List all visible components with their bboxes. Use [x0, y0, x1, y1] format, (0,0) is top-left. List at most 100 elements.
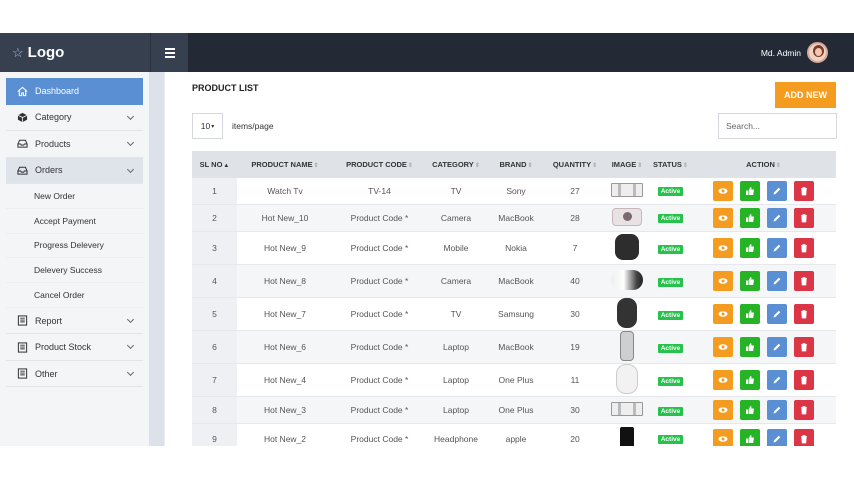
approve-button[interactable] — [740, 207, 760, 228]
edit-button[interactable] — [767, 400, 787, 420]
product-thumbnail[interactable] — [615, 234, 639, 260]
approve-button[interactable] — [740, 304, 760, 324]
edit-button[interactable] — [767, 271, 787, 291]
view-button[interactable] — [713, 304, 733, 324]
view-button[interactable] — [713, 207, 733, 228]
pencil-icon — [772, 186, 782, 196]
sidebar-item-other[interactable]: Other — [6, 361, 143, 388]
search-input[interactable] — [718, 113, 837, 139]
brand[interactable]: ☆ Logo — [0, 33, 150, 72]
approve-button[interactable] — [740, 271, 760, 291]
delete-button[interactable] — [794, 207, 814, 228]
image-cell — [604, 426, 650, 446]
delete-button[interactable] — [794, 180, 814, 201]
view-button[interactable] — [713, 180, 733, 201]
column-header-category[interactable]: CATEGORY⇕ — [426, 160, 486, 169]
edit-button[interactable] — [767, 370, 787, 390]
view-button[interactable] — [713, 271, 733, 291]
delete-button[interactable] — [794, 400, 814, 420]
add-new-button[interactable]: ADD NEW — [775, 82, 836, 108]
delete-button[interactable] — [794, 370, 814, 390]
sort-icon[interactable]: ⇕ — [408, 163, 413, 169]
sort-icon[interactable]: ⇕ — [592, 163, 597, 169]
chevron-down-icon[interactable] — [126, 368, 135, 377]
sidebar-item-label: Dashboard — [35, 86, 80, 97]
column-header-product-code[interactable]: PRODUCT CODE⇕ — [333, 160, 426, 169]
sidebar-item-orders[interactable]: Orders — [6, 157, 143, 184]
hamburger-menu-icon[interactable] — [150, 33, 188, 72]
sidebar-subitem-cancel-order[interactable]: Cancel Order — [6, 283, 143, 308]
avatar[interactable] — [807, 42, 828, 63]
chevron-down-icon[interactable] — [126, 112, 135, 120]
edit-button[interactable] — [767, 180, 787, 201]
approve-button[interactable] — [740, 370, 760, 390]
chevron-down-icon[interactable] — [126, 165, 135, 173]
edit-button[interactable] — [767, 304, 787, 324]
delete-button[interactable] — [794, 238, 814, 258]
sidebar-subitem-delevery-success[interactable]: Delevery Success — [6, 258, 143, 284]
product-thumbnail[interactable] — [611, 182, 643, 197]
product-thumbnail[interactable] — [620, 426, 634, 446]
sidebar-item-category[interactable]: Category — [6, 105, 143, 131]
product-thumbnail[interactable] — [611, 402, 643, 416]
user-menu[interactable]: Md. Admin — [761, 42, 828, 63]
view-button[interactable] — [713, 238, 733, 258]
sidebar-subitem-new-order[interactable]: New Order — [6, 184, 143, 209]
column-header-brand[interactable]: BRAND⇕ — [486, 160, 546, 169]
view-button[interactable] — [713, 337, 733, 357]
edit-button[interactable] — [767, 428, 787, 446]
chevron-down-icon[interactable] — [126, 315, 135, 324]
trash-icon — [799, 405, 809, 415]
sidebar-item-report[interactable]: Report — [6, 308, 143, 335]
column-header-product-name[interactable]: PRODUCT NAME⇕ — [237, 160, 333, 169]
product-thumbnail[interactable] — [620, 331, 634, 361]
image-cell — [604, 270, 650, 292]
product-thumbnail[interactable] — [617, 298, 637, 328]
sort-asc-icon[interactable]: ▲ — [223, 163, 229, 169]
edit-button[interactable] — [767, 337, 787, 357]
column-header-action[interactable]: ACTION⇕ — [691, 160, 836, 169]
delete-button[interactable] — [794, 337, 814, 357]
sl-no-cell: 1 — [192, 178, 237, 204]
sidebar-item-dashboard[interactable]: Dashboard — [6, 78, 143, 105]
product-thumbnail[interactable] — [612, 207, 642, 226]
delete-button[interactable] — [794, 428, 814, 446]
edit-button[interactable] — [767, 207, 787, 228]
approve-button[interactable] — [740, 238, 760, 258]
status-cell: Active — [650, 342, 691, 353]
quantity-cell: 30 — [570, 405, 580, 415]
view-button[interactable] — [713, 428, 733, 446]
column-header-status[interactable]: STATUS⇕ — [650, 160, 691, 169]
approve-button[interactable] — [740, 428, 760, 446]
sort-icon[interactable]: ⇕ — [776, 163, 781, 169]
view-button[interactable] — [713, 370, 733, 390]
chevron-down-icon[interactable] — [126, 342, 135, 350]
approve-button[interactable] — [740, 337, 760, 357]
sort-icon[interactable]: ⇕ — [475, 163, 480, 169]
sort-icon[interactable]: ⇕ — [683, 163, 688, 169]
approve-button[interactable] — [740, 400, 760, 420]
sort-icon[interactable]: ⇕ — [637, 163, 642, 169]
product-thumbnail[interactable] — [616, 364, 638, 394]
sidebar-item-product-stock[interactable]: Product Stock — [6, 334, 143, 361]
sort-icon[interactable]: ⇕ — [314, 163, 319, 169]
approve-button[interactable] — [740, 180, 760, 201]
column-header-sl-no[interactable]: SL NO▲ — [192, 160, 237, 169]
thumbs-up-icon — [745, 434, 755, 444]
trash-icon — [799, 342, 809, 352]
delete-button[interactable] — [794, 271, 814, 291]
column-header-quantity[interactable]: QUANTITY⇕ — [546, 160, 604, 169]
sidebar-item-products[interactable]: Products — [6, 131, 143, 158]
sort-icon[interactable]: ⇕ — [528, 163, 533, 169]
view-button[interactable] — [713, 400, 733, 420]
main-content: PRODUCT LIST ADD NEW 10▾ items/page SL N… — [165, 72, 854, 446]
status-badge: Active — [657, 376, 684, 386]
sidebar-subitem-progress-delevery[interactable]: Progress Delevery — [6, 233, 143, 259]
delete-button[interactable] — [794, 304, 814, 324]
chevron-down-icon[interactable] — [126, 138, 135, 147]
edit-button[interactable] — [767, 238, 787, 258]
sidebar-subitem-accept-payment[interactable]: Accept Payment — [6, 208, 143, 234]
items-per-page-select[interactable]: 10 ▾ — [192, 113, 223, 139]
product-thumbnail[interactable] — [611, 270, 643, 290]
column-header-image[interactable]: IMAGE⇕ — [604, 160, 650, 169]
